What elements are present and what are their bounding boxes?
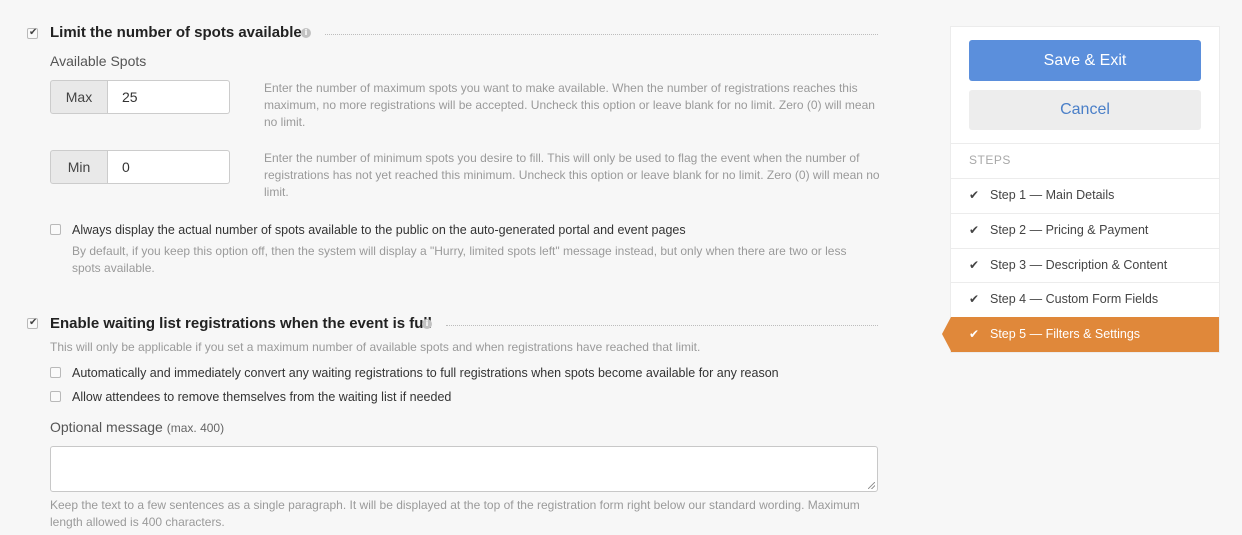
max-spots-input[interactable]: 25 bbox=[108, 80, 230, 114]
available-spots-label: Available Spots bbox=[50, 53, 147, 69]
min-spots-help: Enter the number of minimum spots you de… bbox=[264, 151, 880, 199]
check-icon: ✔ bbox=[969, 327, 980, 341]
info-icon[interactable]: i bbox=[422, 319, 432, 329]
auto-convert-checkbox[interactable] bbox=[50, 367, 61, 378]
max-addon: Max bbox=[50, 80, 108, 114]
save-exit-button[interactable]: Save & Exit bbox=[969, 40, 1201, 81]
step-3[interactable]: ✔ Step 3 — Description & Content bbox=[951, 248, 1219, 282]
auto-convert-label[interactable]: Automatically and immediately convert an… bbox=[72, 366, 779, 380]
panel-divider bbox=[951, 143, 1219, 144]
section-divider bbox=[446, 325, 878, 326]
display-spots-checkbox[interactable] bbox=[50, 224, 61, 235]
cancel-button[interactable]: Cancel bbox=[969, 90, 1201, 130]
min-spots-input[interactable]: 0 bbox=[108, 150, 230, 184]
limit-spots-checkbox[interactable] bbox=[27, 26, 38, 40]
step-5[interactable]: ✔ Step 5 — Filters & Settings bbox=[942, 317, 1219, 352]
step-label: Step 2 — Pricing & Payment bbox=[990, 223, 1149, 237]
allow-remove-label[interactable]: Allow attendees to remove themselves fro… bbox=[72, 390, 451, 404]
allow-remove-checkbox[interactable] bbox=[50, 391, 61, 402]
max-spots-help: Enter the number of maximum spots you wa… bbox=[264, 81, 875, 129]
check-icon: ✔ bbox=[969, 188, 980, 202]
section-divider bbox=[325, 34, 878, 35]
waiting-list-title: Enable waiting list registrations when t… bbox=[50, 315, 432, 332]
steps-heading: STEPS bbox=[969, 153, 1011, 167]
min-addon: Min bbox=[50, 150, 108, 184]
optional-message-label: Optional message (max. 400) bbox=[50, 419, 224, 435]
optional-message-label-text: Optional message bbox=[50, 419, 163, 435]
step-label: Step 1 — Main Details bbox=[990, 188, 1115, 202]
waiting-list-help: This will only be applicable if you set … bbox=[50, 340, 701, 354]
waiting-list-checkbox[interactable] bbox=[27, 316, 38, 330]
optional-message-hint: (max. 400) bbox=[166, 421, 225, 435]
resize-handle-icon[interactable] bbox=[868, 482, 875, 489]
step-label: Step 4 — Custom Form Fields bbox=[990, 292, 1159, 306]
info-icon[interactable]: i bbox=[301, 28, 311, 38]
display-spots-help: By default, if you keep this option off,… bbox=[72, 244, 847, 275]
step-label: Step 5 — Filters & Settings bbox=[990, 327, 1141, 341]
optional-message-textarea[interactable] bbox=[50, 446, 878, 492]
display-spots-label[interactable]: Always display the actual number of spot… bbox=[72, 223, 686, 237]
limit-spots-title: Limit the number of spots available bbox=[50, 24, 302, 41]
check-icon: ✔ bbox=[969, 258, 980, 272]
step-1[interactable]: ✔ Step 1 — Main Details bbox=[951, 178, 1219, 212]
check-icon: ✔ bbox=[969, 292, 980, 306]
step-2[interactable]: ✔ Step 2 — Pricing & Payment bbox=[951, 213, 1219, 247]
step-label: Step 3 — Description & Content bbox=[990, 258, 1168, 272]
check-icon: ✔ bbox=[969, 223, 980, 237]
step-4[interactable]: ✔ Step 4 — Custom Form Fields bbox=[951, 282, 1219, 316]
optional-message-help: Keep the text to a few sentences as a si… bbox=[50, 498, 860, 529]
